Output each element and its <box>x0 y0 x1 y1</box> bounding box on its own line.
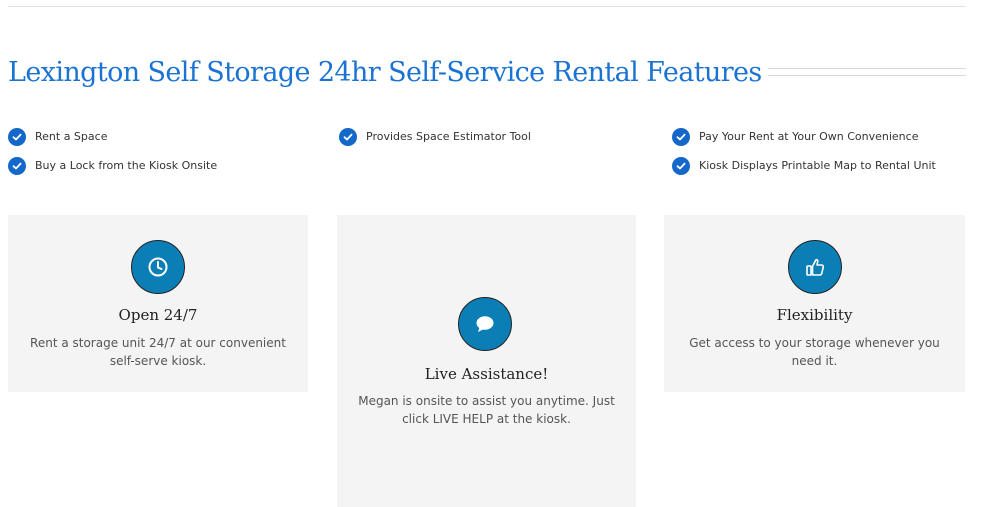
check-circle-icon <box>8 127 26 146</box>
feature-column-1: Rent a Space Buy a Lock from the Kiosk O… <box>8 127 217 185</box>
check-circle-icon <box>339 127 357 146</box>
feature-item: Kiosk Displays Printable Map to Rental U… <box>672 156 936 175</box>
feature-column-2: Provides Space Estimator Tool <box>339 127 531 156</box>
feature-item: Buy a Lock from the Kiosk Onsite <box>8 156 217 175</box>
check-circle-icon <box>672 156 690 175</box>
section-heading: Lexington Self Storage 24hr Self-Service… <box>8 52 966 92</box>
feature-label: Pay Your Rent at Your Own Convenience <box>699 130 919 143</box>
check-circle-icon <box>672 127 690 146</box>
feature-item: Pay Your Rent at Your Own Convenience <box>672 127 936 146</box>
feature-label: Buy a Lock from the Kiosk Onsite <box>35 159 218 172</box>
thumbs-up-icon <box>788 240 842 294</box>
feature-card-open-24-7: Open 24/7 Rent a storage unit 24/7 at ou… <box>8 215 308 392</box>
card-description: Get access to your storage whenever you … <box>689 336 940 368</box>
page-title: Lexington Self Storage 24hr Self-Service… <box>8 56 762 88</box>
card-title: Flexibility <box>776 306 853 324</box>
clock-icon <box>131 240 185 294</box>
card-description: Megan is onsite to assist you anytime. J… <box>358 394 615 426</box>
feature-item: Provides Space Estimator Tool <box>339 127 531 146</box>
card-title: Live Assistance! <box>424 365 549 383</box>
chat-bubble-icon <box>458 297 512 351</box>
card-title: Open 24/7 <box>118 306 198 324</box>
top-divider <box>8 6 966 7</box>
card-description: Rent a storage unit 24/7 at our convenie… <box>30 336 286 368</box>
feature-card-live-assistance: Live Assistance! Megan is onsite to assi… <box>337 215 636 507</box>
feature-column-3: Pay Your Rent at Your Own Convenience Ki… <box>672 127 936 185</box>
title-decoration-lines <box>767 68 966 76</box>
feature-label: Kiosk Displays Printable Map to Rental U… <box>699 159 936 172</box>
feature-label: Rent a Space <box>35 130 108 143</box>
feature-card-flexibility: Flexibility Get access to your storage w… <box>664 215 965 392</box>
check-circle-icon <box>8 156 26 175</box>
feature-item: Rent a Space <box>8 127 217 146</box>
page: Lexington Self Storage 24hr Self-Service… <box>0 0 1000 507</box>
feature-label: Provides Space Estimator Tool <box>366 130 531 143</box>
